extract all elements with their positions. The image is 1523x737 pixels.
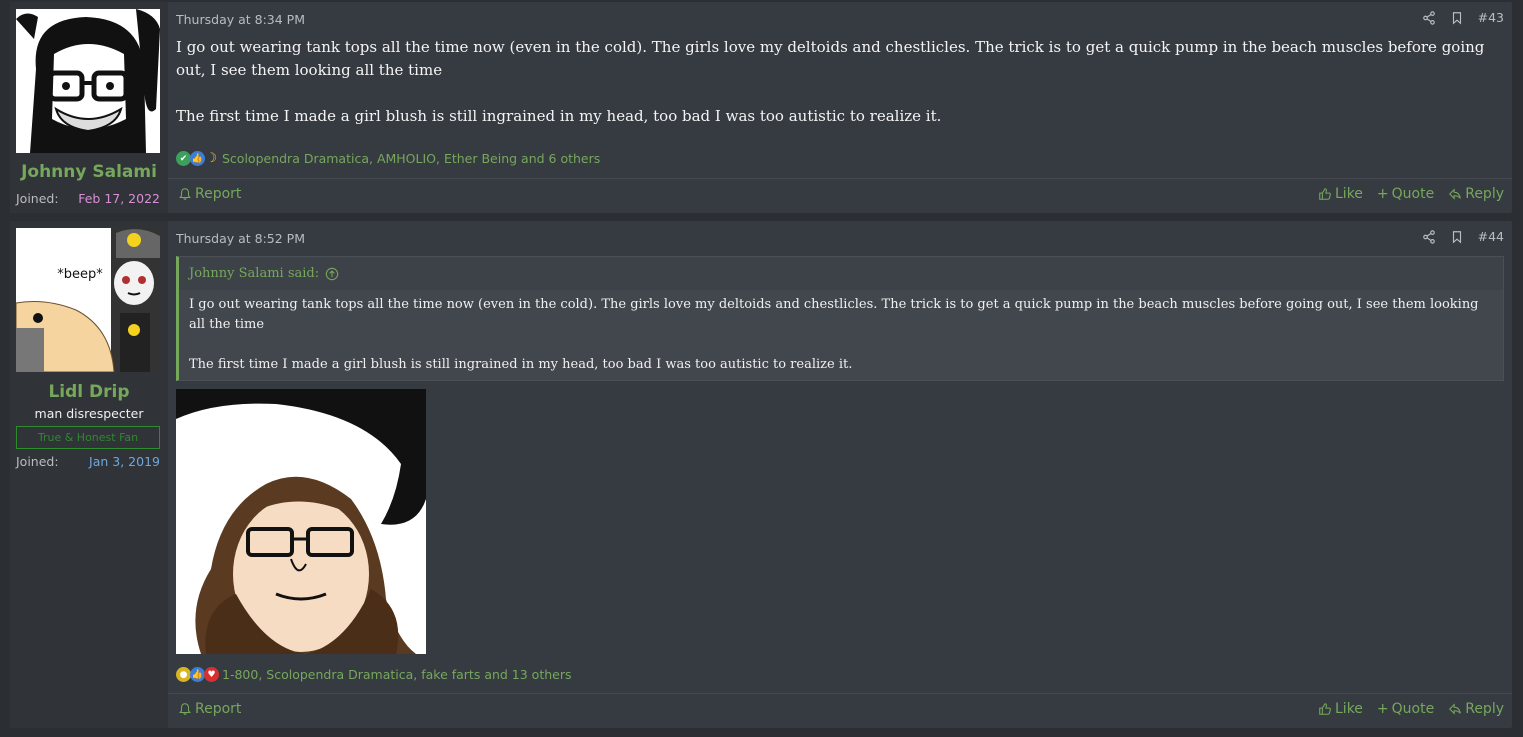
footer-actions: Like + Quote Reply xyxy=(1318,701,1504,717)
bell-icon xyxy=(179,188,191,200)
share-icon[interactable] xyxy=(1422,10,1436,25)
plus-icon: + xyxy=(1376,186,1389,202)
quote-block: Johnny Salami said: I go out wearing tan… xyxy=(176,256,1504,381)
avatar-text: *beep* xyxy=(57,267,103,282)
checkmark-icon: ✔ xyxy=(176,151,191,166)
share-icon[interactable] xyxy=(1422,229,1436,244)
like-button[interactable]: Like xyxy=(1318,186,1363,202)
post-footer: Report Like + Quote Reply xyxy=(168,693,1512,728)
avatar[interactable] xyxy=(16,9,160,153)
joined-date: Jan 3, 2019 xyxy=(89,454,160,469)
post-43: Johnny Salami Joined: Feb 17, 2022 Thurs… xyxy=(10,2,1512,213)
medal-icon: ● xyxy=(176,667,191,682)
reaction-icons: ● 👍 ♥ xyxy=(176,667,219,682)
joined-label: Joined: xyxy=(16,454,59,469)
reply-label: Reply xyxy=(1465,186,1504,202)
quote-paragraph: The first time I made a girl blush is st… xyxy=(189,357,853,372)
moon-icon: ☽ xyxy=(205,151,218,166)
report-button[interactable]: Report xyxy=(178,186,241,202)
like-button[interactable]: Like xyxy=(1318,701,1363,717)
username[interactable]: Johnny Salami xyxy=(10,162,168,182)
bookmark-icon[interactable] xyxy=(1450,11,1464,25)
reply-label: Reply xyxy=(1465,701,1504,717)
post-paragraph: The first time I made a girl blush is st… xyxy=(176,107,942,125)
quote-header[interactable]: Johnny Salami said: xyxy=(179,257,1503,290)
report-label: Report xyxy=(195,186,242,202)
attached-image[interactable] xyxy=(176,389,426,654)
post-header-actions: #43 xyxy=(1422,10,1504,25)
quote-body: I go out wearing tank tops all the time … xyxy=(179,290,1503,380)
user-banner: True & Honest Fan xyxy=(16,426,160,449)
username[interactable]: Lidl Drip xyxy=(10,382,168,402)
heart-icon: ♥ xyxy=(204,667,219,682)
user-cell: *beep* Lidl Drip man disrespecter True &… xyxy=(10,221,168,728)
post-timestamp[interactable]: Thursday at 8:52 PM xyxy=(176,231,305,246)
thumbs-up-icon xyxy=(1319,703,1331,715)
thumbs-up-icon: 👍 xyxy=(190,151,205,166)
quote-label: Quote xyxy=(1391,186,1435,202)
quote-paragraph: I go out wearing tank tops all the time … xyxy=(189,297,1479,332)
user-title: man disrespecter xyxy=(34,406,144,421)
post-number[interactable]: #43 xyxy=(1478,10,1504,25)
post-footer: Report Like + Quote Reply xyxy=(168,178,1512,213)
arrow-up-circle-icon[interactable] xyxy=(325,267,339,281)
post-header-actions: #44 xyxy=(1422,229,1504,244)
thumbs-up-icon xyxy=(1319,188,1331,200)
thumbs-up-icon: 👍 xyxy=(190,667,205,682)
quote-author: Johnny Salami said: xyxy=(189,266,320,281)
post-paragraph: I go out wearing tank tops all the time … xyxy=(176,38,1485,79)
joined-label: Joined: xyxy=(16,191,59,206)
quote-button[interactable]: + Quote xyxy=(1377,701,1434,717)
post-timestamp[interactable]: Thursday at 8:34 PM xyxy=(176,12,305,27)
avatar[interactable]: *beep* xyxy=(16,228,160,372)
like-label: Like xyxy=(1335,701,1363,717)
report-label: Report xyxy=(195,701,242,717)
footer-actions: Like + Quote Reply xyxy=(1318,186,1504,202)
reaction-icons: ✔ 👍 ☽ xyxy=(176,151,218,166)
joined-date: Feb 17, 2022 xyxy=(78,191,160,206)
reply-icon xyxy=(1449,188,1461,200)
post-body: I go out wearing tank tops all the time … xyxy=(176,36,1504,151)
report-button[interactable]: Report xyxy=(178,701,241,717)
reply-button[interactable]: Reply xyxy=(1448,701,1504,717)
like-label: Like xyxy=(1335,186,1363,202)
post-44: *beep* Lidl Drip man disrespecter True &… xyxy=(10,221,1512,728)
post-main: Thursday at 8:52 PM #44 Johnny Salami sa… xyxy=(168,221,1512,728)
post-number[interactable]: #44 xyxy=(1478,229,1504,244)
user-cell: Johnny Salami Joined: Feb 17, 2022 xyxy=(10,2,168,213)
reactions-bar[interactable]: ✔ 👍 ☽ Scolopendra Dramatica, AMHOLIO, Et… xyxy=(176,151,600,166)
bell-icon xyxy=(179,703,191,715)
quote-label: Quote xyxy=(1391,701,1435,717)
reactions-text[interactable]: Scolopendra Dramatica, AMHOLIO, Ether Be… xyxy=(222,151,600,166)
reply-icon xyxy=(1449,703,1461,715)
quote-button[interactable]: + Quote xyxy=(1377,186,1434,202)
reactions-bar[interactable]: ● 👍 ♥ 1-800, Scolopendra Dramatica, fake… xyxy=(176,667,572,682)
bookmark-icon[interactable] xyxy=(1450,230,1464,244)
reply-button[interactable]: Reply xyxy=(1448,186,1504,202)
plus-icon: + xyxy=(1376,701,1389,717)
reactions-text[interactable]: 1-800, Scolopendra Dramatica, fake farts… xyxy=(222,667,572,682)
post-main: Thursday at 8:34 PM #43 I go out wearing… xyxy=(168,2,1512,213)
